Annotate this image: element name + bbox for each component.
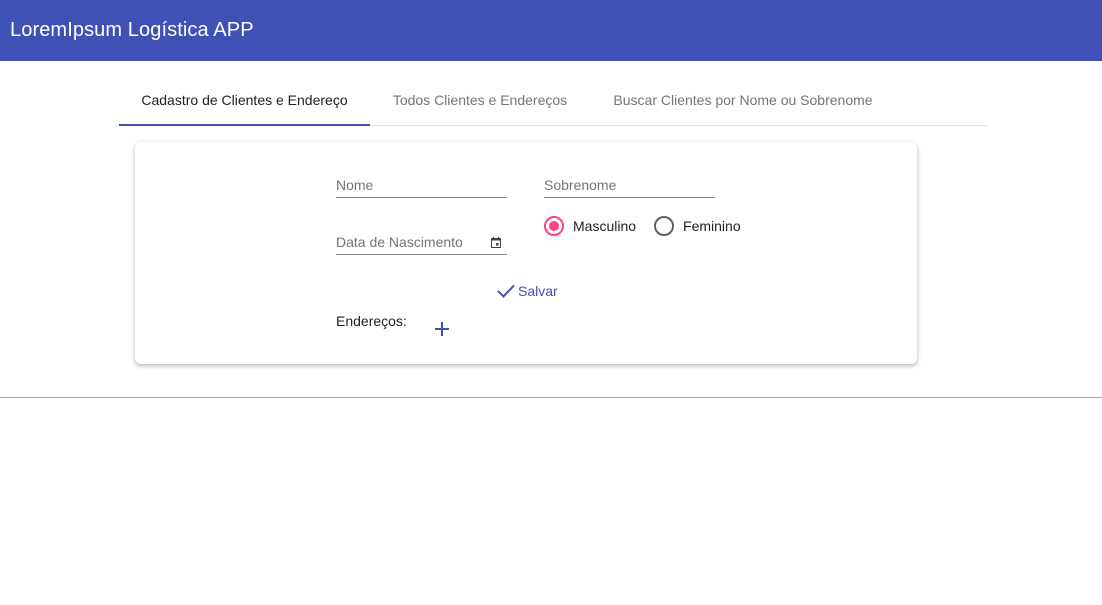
app-title: LoremIpsum Logística APP (10, 19, 254, 41)
tab-buscar-clientes[interactable]: Buscar Clientes por Nome ou Sobrenome (590, 75, 896, 125)
nome-input[interactable] (336, 172, 507, 197)
genero-radio-group: Masculino Feminino (544, 215, 759, 237)
sobrenome-input[interactable] (544, 172, 715, 197)
client-form-card: Masculino Feminino Salvar Endereços: (135, 142, 917, 364)
radio-label-masculino: Masculino (573, 218, 637, 234)
sobrenome-field (544, 172, 715, 198)
calendar-icon[interactable] (491, 237, 501, 248)
radio-masculino[interactable]: Masculino (544, 216, 636, 236)
data-nascimento-field (336, 229, 507, 255)
radio-button-checked[interactable] (544, 216, 564, 236)
tab-label: Todos Clientes e Endereços (392, 92, 568, 108)
app-toolbar: LoremIpsum Logística APP (0, 0, 1102, 61)
nome-field (336, 172, 507, 198)
add-address-button[interactable] (431, 318, 453, 340)
tab-cadastro[interactable]: Cadastro de Clientes e Endereço (119, 75, 370, 126)
radio-button-unchecked[interactable] (654, 216, 675, 236)
enderecos-label: Endereços: (336, 313, 407, 329)
tab-todos-clientes[interactable]: Todos Clientes e Endereços (370, 75, 590, 125)
radio-feminino[interactable]: Feminino (654, 216, 741, 236)
check-icon (497, 284, 515, 298)
data-nascimento-input[interactable] (336, 229, 486, 254)
tab-label: Buscar Clientes por Nome ou Sobrenome (613, 92, 873, 108)
save-label: Salvar (518, 283, 558, 299)
page-divider (0, 397, 1102, 398)
tab-bar: Cadastro de Clientes e Endereço Todos Cl… (119, 75, 987, 126)
tab-label: Cadastro de Clientes e Endereço (141, 92, 348, 108)
save-button[interactable]: Salvar (496, 280, 558, 302)
plus-icon (435, 322, 449, 336)
radio-label-feminino: Feminino (683, 218, 741, 234)
